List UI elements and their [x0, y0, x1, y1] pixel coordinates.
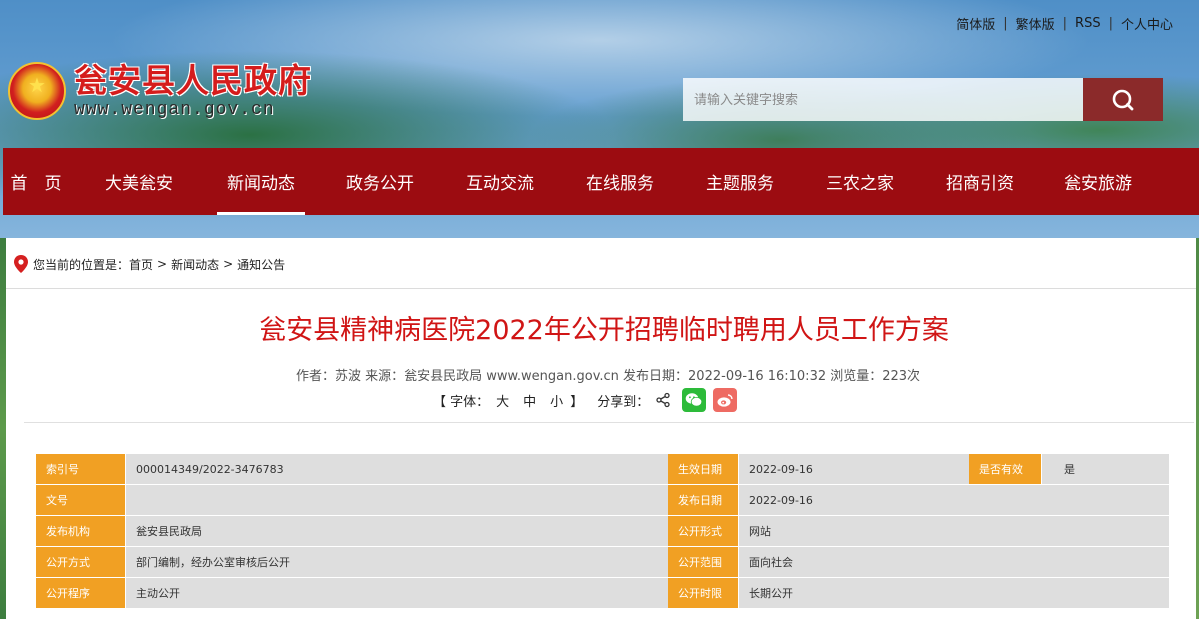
label-document-number: 文号 [36, 485, 126, 516]
nav-item-label: 在线服务 [586, 174, 654, 194]
logo-text: 瓮安县人民政府 www.wengan.gov.cn [74, 62, 312, 120]
share-label: 分享到： [597, 394, 650, 410]
value-publish-date: 2022-09-16 [739, 485, 1169, 516]
search-bar [683, 78, 1163, 121]
search-icon [1112, 89, 1134, 110]
font-size-medium[interactable]: 中 [523, 391, 536, 410]
nav-item-government-affairs[interactable]: 政务公开 [335, 148, 425, 215]
site-url: www.wengan.gov.cn [74, 100, 275, 120]
search-button[interactable] [1083, 78, 1163, 121]
info-table: 索引号 000014349/2022-3476783 生效日期 2022-09-… [36, 454, 1169, 609]
divider [24, 422, 1194, 423]
nav-item-news[interactable]: 新闻动态 [217, 148, 305, 215]
link-traditional[interactable]: 繁体版 [1008, 14, 1063, 33]
breadcrumb-item-notices[interactable]: 通知公告 [237, 256, 285, 273]
label-disclosure-form: 公开形式 [668, 516, 739, 547]
value-disclosure-method: 部门编制，经办公室审核后公开 [126, 547, 668, 578]
label-is-valid: 是否有效 [969, 454, 1042, 485]
table-row: 公开程序 主动公开 公开时限 长期公开 [36, 578, 1169, 609]
article-title: 瓮安县精神病医院2022年公开招聘临时聘用人员工作方案 [259, 315, 949, 346]
font-size-close: 】 [570, 394, 584, 410]
main-nav: 首 页 大美瓮安 新闻动态 政务公开 互动交流 在线服务 主题服务 三农之家 招… [3, 148, 1199, 215]
label-disclosure-period: 公开时限 [668, 578, 739, 609]
nav-item-label: 互动交流 [466, 174, 534, 194]
value-disclosure-procedure: 主动公开 [126, 578, 668, 609]
article-tools: 【 字体： 大 中 小 】 分享到： [433, 388, 738, 412]
nav-item-home[interactable]: 首 页 [3, 148, 69, 215]
nav-item-label: 政务公开 [346, 174, 414, 194]
font-size-large[interactable]: 大 [496, 391, 509, 410]
site-logo[interactable]: 瓮安县人民政府 www.wengan.gov.cn [8, 62, 312, 120]
nav-item-label: 主题服务 [706, 174, 774, 194]
nav-item-investment[interactable]: 招商引资 [935, 148, 1025, 215]
top-links: 简体版 | 繁体版 | RSS | 个人中心 [948, 14, 1181, 33]
label-effective-date: 生效日期 [668, 454, 739, 485]
value-document-number [126, 485, 668, 516]
value-effective-date: 2022-09-16 [739, 454, 969, 485]
label-disclosure-scope: 公开范围 [668, 547, 739, 578]
nav-item-label: 大美瓮安 [105, 174, 173, 194]
table-row: 发布机构 瓮安县民政局 公开形式 网站 [36, 516, 1169, 547]
site-title: 瓮安县人民政府 [74, 64, 312, 100]
nav-item-tourism[interactable]: 瓮安旅游 [1053, 148, 1143, 215]
label-disclosure-procedure: 公开程序 [36, 578, 126, 609]
label-publish-date: 发布日期 [668, 485, 739, 516]
search-input[interactable] [683, 78, 1083, 121]
table-row: 公开方式 部门编制，经办公室审核后公开 公开范围 面向社会 [36, 547, 1169, 578]
value-disclosure-scope: 面向社会 [739, 547, 1169, 578]
nav-item-agriculture[interactable]: 三农之家 [815, 148, 905, 215]
national-emblem-icon [8, 62, 66, 120]
weibo-icon[interactable] [713, 388, 738, 412]
table-row: 文号 发布日期 2022-09-16 [36, 485, 1169, 516]
location-pin-icon [14, 255, 28, 273]
label-index-number: 索引号 [36, 454, 126, 485]
value-disclosure-period: 长期公开 [739, 578, 1169, 609]
nav-item-label: 新闻动态 [227, 174, 295, 194]
breadcrumb: 您当前的位置是： 首页 > 新闻动态 > 通知公告 [14, 255, 285, 273]
value-issuing-agency: 瓮安县民政局 [126, 516, 668, 547]
article-meta: 作者：苏波 来源：瓮安县民政局 www.wengan.gov.cn 发布日期：2… [295, 369, 921, 384]
wechat-icon[interactable] [682, 388, 707, 412]
breadcrumb-separator: > [223, 257, 234, 271]
nav-item-theme-services[interactable]: 主题服务 [695, 148, 785, 215]
value-index-number: 000014349/2022-3476783 [126, 454, 668, 485]
content-panel: 您当前的位置是： 首页 > 新闻动态 > 通知公告 瓮安县精神病医院2022年公… [6, 238, 1196, 619]
nav-item-online-services[interactable]: 在线服务 [575, 148, 665, 215]
breadcrumb-prefix: 您当前的位置是： [33, 257, 130, 272]
nav-item-label: 三农之家 [826, 174, 894, 194]
divider [6, 288, 1196, 289]
nav-item-label: 招商引资 [946, 174, 1014, 194]
link-rss[interactable]: RSS [1067, 16, 1109, 31]
nav-item-interaction[interactable]: 互动交流 [455, 148, 545, 215]
link-personal-center[interactable]: 个人中心 [1113, 14, 1181, 33]
nav-item-label: 瓮安旅游 [1064, 174, 1132, 194]
value-is-valid: 是 [1042, 454, 1169, 485]
breadcrumb-item-home[interactable]: 首页 [129, 256, 153, 273]
breadcrumb-item-news[interactable]: 新闻动态 [171, 256, 219, 273]
share-icon[interactable] [651, 388, 675, 412]
table-row: 索引号 000014349/2022-3476783 生效日期 2022-09-… [36, 454, 1169, 485]
label-issuing-agency: 发布机构 [36, 516, 126, 547]
value-disclosure-form: 网站 [739, 516, 1169, 547]
font-size-small[interactable]: 小 [550, 391, 563, 410]
breadcrumb-separator: > [157, 257, 168, 271]
link-simplified[interactable]: 简体版 [948, 14, 1003, 33]
font-size-label: 【 字体： [433, 394, 490, 410]
nav-item-label: 首 页 [10, 174, 62, 194]
nav-item-beautiful-wengan[interactable]: 大美瓮安 [93, 148, 185, 215]
label-disclosure-method: 公开方式 [36, 547, 126, 578]
